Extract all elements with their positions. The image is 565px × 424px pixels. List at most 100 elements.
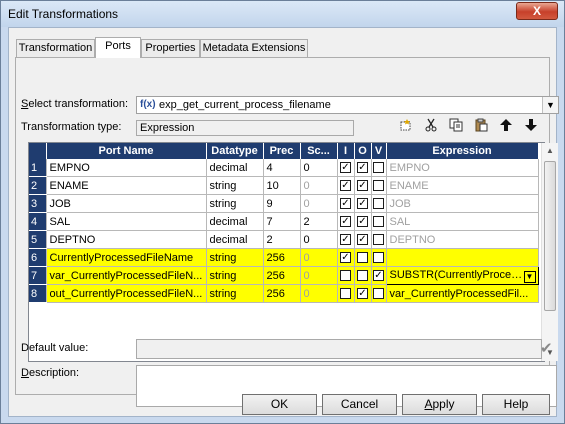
row-number[interactable]: 3 <box>29 194 47 213</box>
datatype-cell[interactable]: string <box>206 266 264 285</box>
table-row[interactable]: 3 JOB string 9 0 ✓ ✓ JOB <box>29 194 539 213</box>
expression-cell[interactable]: DEPTNO <box>386 230 539 249</box>
port-name-cell[interactable]: CurrentlyProcessedFileName <box>46 248 207 267</box>
precision-cell[interactable]: 256 <box>263 266 301 285</box>
scale-cell[interactable]: 0 <box>300 284 338 303</box>
input-port-checkbox[interactable]: ✓ <box>340 180 351 192</box>
output-port-checkbox[interactable]: ✓ <box>357 180 368 192</box>
port-name-cell[interactable]: out_CurrentlyProcessedFileN... <box>46 284 207 303</box>
new-port-icon[interactable] <box>396 118 416 138</box>
precision-cell[interactable]: 7 <box>263 212 301 231</box>
scroll-up-icon[interactable]: ▲ <box>542 143 558 159</box>
scale-cell[interactable]: 0 <box>300 248 338 267</box>
scale-cell[interactable]: 2 <box>300 212 338 231</box>
precision-cell[interactable]: 256 <box>263 284 301 303</box>
datatype-cell[interactable]: decimal <box>206 212 264 231</box>
row-number[interactable]: 5 <box>29 230 47 249</box>
column-header-port-name[interactable]: Port Name <box>46 143 207 159</box>
output-port-checkbox[interactable]: ✓ <box>357 234 368 246</box>
port-name-cell[interactable]: DEPTNO <box>46 230 207 249</box>
expression-cell[interactable]: ▼ SUBSTR(CurrentlyProces... <box>385 266 539 285</box>
expression-cell[interactable]: JOB <box>386 194 539 213</box>
datatype-cell[interactable]: decimal <box>206 230 264 249</box>
input-port-checkbox[interactable]: ✓ <box>340 234 351 246</box>
expression-cell[interactable] <box>386 248 539 267</box>
expression-cell[interactable]: ENAME <box>386 176 539 195</box>
precision-cell[interactable]: 4 <box>263 159 301 177</box>
move-up-icon[interactable] <box>496 118 516 138</box>
variable-port-checkbox[interactable] <box>373 162 384 174</box>
help-button[interactable]: Help <box>482 394 550 415</box>
precision-cell[interactable]: 256 <box>263 248 301 267</box>
row-number[interactable]: 2 <box>29 176 47 195</box>
variable-port-checkbox[interactable] <box>373 180 384 192</box>
input-port-checkbox[interactable]: ✓ <box>340 198 351 210</box>
scale-cell[interactable]: 0 <box>300 230 338 249</box>
output-port-checkbox[interactable] <box>357 270 368 282</box>
apply-button[interactable]: Apply <box>402 394 477 415</box>
close-button[interactable]: X <box>516 2 558 20</box>
expression-cell[interactable]: EMPNO <box>386 159 539 177</box>
datatype-cell[interactable]: string <box>206 248 264 267</box>
port-name-cell[interactable]: EMPNO <box>46 159 207 177</box>
row-number[interactable]: 7 <box>29 266 47 285</box>
table-row[interactable]: 5 DEPTNO decimal 2 0 ✓ ✓ DEPTNO <box>29 230 539 249</box>
table-row[interactable]: 6 CurrentlyProcessedFileName string 256 0 ✓ <box>29 248 539 267</box>
precision-cell[interactable]: 9 <box>263 194 301 213</box>
tab-ports[interactable]: Ports <box>95 37 141 58</box>
variable-port-checkbox[interactable] <box>373 216 384 228</box>
column-header-scale[interactable]: Sc... <box>300 143 338 159</box>
datatype-cell[interactable]: decimal <box>206 159 264 177</box>
variable-port-checkbox[interactable]: ✓ <box>373 270 384 282</box>
scale-cell[interactable]: 0 <box>300 176 338 195</box>
tab-properties[interactable]: Properties <box>141 39 200 57</box>
datatype-cell[interactable]: string <box>206 176 264 195</box>
datatype-cell[interactable]: string <box>206 194 264 213</box>
input-port-checkbox[interactable]: ✓ <box>340 252 351 264</box>
precision-cell[interactable]: 10 <box>263 176 301 195</box>
variable-port-checkbox[interactable] <box>373 234 384 246</box>
table-row[interactable]: 1 EMPNO decimal 4 0 ✓ ✓ EMPNO <box>29 159 539 177</box>
output-port-checkbox[interactable]: ✓ <box>357 288 368 300</box>
row-number[interactable]: 4 <box>29 212 47 231</box>
cancel-button[interactable]: Cancel <box>322 394 397 415</box>
tab-metadata-extensions[interactable]: Metadata Extensions <box>200 39 308 57</box>
scale-cell[interactable]: 0 <box>300 266 338 285</box>
move-down-icon[interactable] <box>521 118 541 138</box>
input-port-checkbox[interactable]: ✓ <box>340 216 351 228</box>
input-port-checkbox[interactable]: ✓ <box>340 162 351 174</box>
column-header-variable[interactable]: V <box>371 143 387 159</box>
tab-transformation[interactable]: Transformation <box>16 39 95 57</box>
expression-cell[interactable]: SAL <box>386 212 539 231</box>
expression-cell[interactable]: var_CurrentlyProcessedFil... <box>386 284 539 303</box>
table-row[interactable]: 4 SAL decimal 7 2 ✓ ✓ SAL <box>29 212 539 231</box>
precision-cell[interactable]: 2 <box>263 230 301 249</box>
output-port-checkbox[interactable]: ✓ <box>357 162 368 174</box>
row-number[interactable]: 1 <box>29 159 47 177</box>
column-header-datatype[interactable]: Datatype <box>206 143 264 159</box>
output-port-checkbox[interactable]: ✓ <box>357 198 368 210</box>
output-port-checkbox[interactable]: ✓ <box>357 216 368 228</box>
paste-icon[interactable] <box>471 118 491 138</box>
input-port-checkbox[interactable] <box>340 288 351 300</box>
cut-icon[interactable] <box>421 118 441 138</box>
column-header-expression[interactable]: Expression <box>386 143 539 159</box>
port-name-cell[interactable]: var_CurrentlyProcessedFileN... <box>46 266 207 285</box>
port-name-cell[interactable]: JOB <box>46 194 207 213</box>
table-row[interactable]: 8 out_CurrentlyProcessedFileN... string 256… <box>29 284 539 303</box>
copy-icon[interactable] <box>446 118 466 138</box>
port-name-cell[interactable]: SAL <box>46 212 207 231</box>
ok-button[interactable]: OK <box>242 394 317 415</box>
output-port-checkbox[interactable] <box>357 252 368 264</box>
row-number[interactable]: 6 <box>29 248 47 267</box>
column-header-prec[interactable]: Prec <box>263 143 301 159</box>
datatype-cell[interactable]: string <box>206 284 264 303</box>
variable-port-checkbox[interactable] <box>373 288 384 300</box>
title-bar[interactable]: Edit Transformations X <box>1 1 564 27</box>
port-name-cell[interactable]: ENAME <box>46 176 207 195</box>
scale-cell[interactable]: 0 <box>300 194 338 213</box>
grid-vertical-scrollbar[interactable]: ▲ ▼ <box>541 143 558 361</box>
scrollbar-thumb[interactable] <box>544 161 556 311</box>
select-transformation-dropdown[interactable]: f(x) exp_get_current_process_filename ▼ <box>136 96 559 114</box>
table-row[interactable]: 7 var_CurrentlyProcessedFileN... string 256… <box>29 266 539 285</box>
